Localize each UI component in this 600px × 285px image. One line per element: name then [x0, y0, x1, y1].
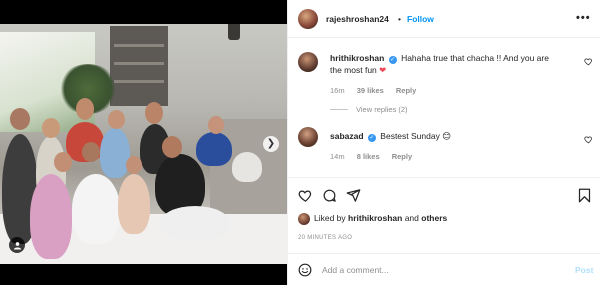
commenter-avatar[interactable] [298, 52, 318, 72]
liked-by-prefix: Liked by [314, 213, 349, 223]
add-comment-bar: Add a comment... Post [288, 253, 600, 285]
reply-button[interactable]: Reply [392, 152, 412, 161]
view-replies-button[interactable]: View replies (2) [330, 105, 408, 114]
more-options-icon[interactable]: ••• [576, 12, 591, 24]
reply-button[interactable]: Reply [396, 86, 416, 95]
comment-time: 16m [330, 86, 345, 95]
follow-button[interactable]: Follow [407, 14, 434, 24]
replies-divider [330, 109, 348, 110]
post-photo [0, 24, 287, 264]
next-image-button[interactable]: ❯ [263, 136, 279, 152]
comment-input[interactable]: Add a comment... [322, 265, 389, 275]
user-tag-icon [13, 241, 21, 250]
liked-by-user[interactable]: hrithikroshan [348, 213, 402, 223]
photo-face [145, 102, 163, 124]
photo-bookshelf [110, 26, 168, 106]
photo-face [126, 156, 142, 174]
post-media[interactable]: ❯ [0, 0, 287, 285]
post-comment-button[interactable]: Post [575, 265, 593, 275]
post-side-panel: rajeshroshan24 • Follow ••• hrithikrosha… [287, 0, 600, 285]
verified-badge-icon: ✓ [388, 56, 397, 64]
photo-face [76, 98, 94, 120]
comment-likes[interactable]: 8 likes [357, 152, 380, 161]
tagged-users-button[interactable] [9, 237, 25, 253]
photo-person [72, 174, 120, 244]
comment-time: 14m [330, 152, 345, 161]
photo-person [118, 174, 150, 234]
bookmark-icon[interactable] [578, 188, 591, 203]
like-comment-heart-icon[interactable] [584, 57, 593, 66]
post-header: rajeshroshan24 • Follow ••• [288, 0, 600, 38]
photo-face [162, 136, 182, 158]
red-heart-emoji: ❤ [379, 65, 387, 75]
photo-face [10, 108, 30, 130]
photo-face [208, 116, 224, 134]
photo-face [42, 118, 60, 138]
liked-by-middle: and [402, 213, 422, 223]
photo-face [54, 152, 72, 172]
liked-by-line: Liked by hrithikroshan and others [314, 213, 447, 223]
photo-face [82, 142, 100, 162]
comment: sabazad ✓ Bestest Sunday 😊 [330, 130, 560, 142]
photo-lamp [228, 24, 240, 40]
photo-person [100, 128, 130, 178]
comment-meta: 14m 8 likes Reply [330, 152, 412, 161]
comment-username[interactable]: sabazad [330, 131, 364, 141]
verified-badge-icon: ✓ [367, 134, 376, 142]
share-icon[interactable] [346, 188, 361, 203]
chevron-right-icon: ❯ [266, 138, 276, 149]
comment-icon[interactable] [322, 188, 337, 203]
commenter-avatar[interactable] [298, 127, 318, 147]
author-avatar[interactable] [298, 9, 318, 29]
like-comment-heart-icon[interactable] [584, 135, 593, 144]
view-replies-label: View replies (2) [356, 105, 408, 114]
comment: hrithikroshan ✓ Hahaha true that chacha … [330, 52, 560, 76]
comment-username[interactable]: hrithikroshan [330, 53, 384, 63]
post-actions-bar [288, 177, 600, 217]
photo-face [108, 110, 125, 129]
comment-meta: 16m 39 likes Reply [330, 86, 416, 95]
photo-person [30, 174, 72, 259]
smiley-icon[interactable] [298, 263, 312, 277]
header-separator: • [398, 14, 401, 24]
photo-person [232, 152, 262, 182]
liked-by-others[interactable]: others [421, 213, 447, 223]
comment-body: Bestest Sunday [380, 131, 440, 141]
post-timestamp[interactable]: 20 MINUTES AGO [298, 235, 352, 241]
smiley-emoji: 😊 [442, 131, 452, 141]
photo-person [160, 206, 230, 240]
liker-avatar[interactable] [298, 213, 310, 225]
author-username[interactable]: rajeshroshan24 [326, 14, 389, 24]
photo-person [196, 132, 232, 166]
comment-likes[interactable]: 39 likes [357, 86, 384, 95]
heart-icon[interactable] [298, 188, 313, 203]
